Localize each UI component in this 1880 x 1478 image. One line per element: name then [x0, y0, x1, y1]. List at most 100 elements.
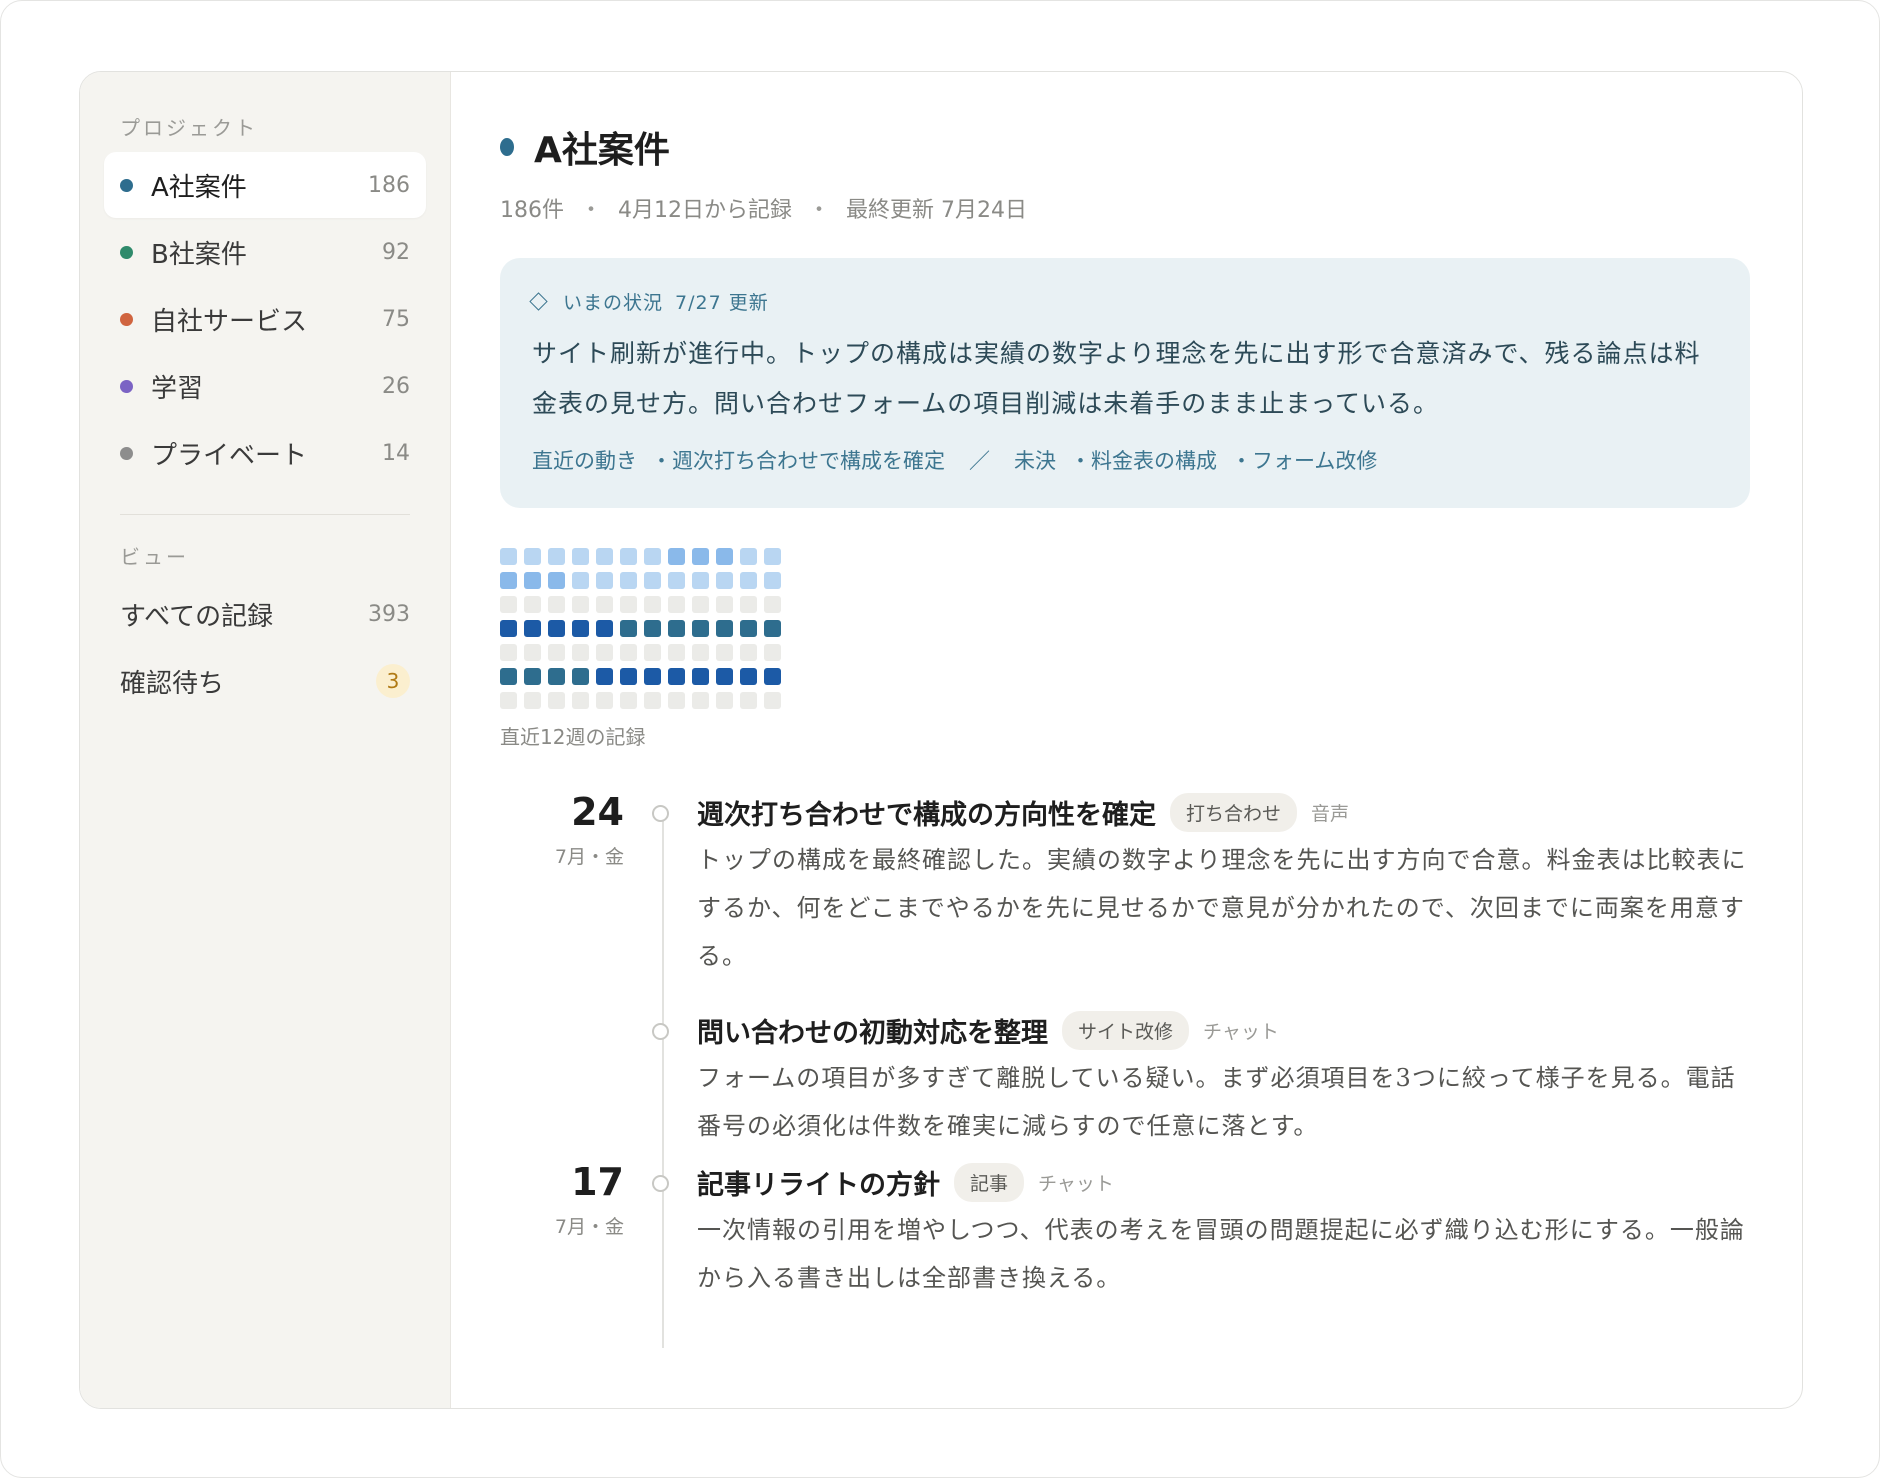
heatmap-cell	[524, 620, 541, 637]
entry-source: チャット	[1203, 1020, 1279, 1043]
heatmap-cell	[500, 620, 517, 637]
heatmap-cell	[644, 644, 661, 661]
heatmap-cell	[548, 644, 565, 661]
timeline-node	[652, 1023, 669, 1040]
heatmap-cell	[548, 668, 565, 685]
pending-item[interactable]: ・料金表の構成	[1070, 445, 1217, 475]
entry-body: 一次情報の引用を増やしつつ、代表の考えを冒頭の問題提起に必ず織り込む形にする。一…	[697, 1216, 1745, 1292]
heatmap-cell	[548, 596, 565, 613]
sidebar-item-a-company[interactable]: A社案件 186	[104, 152, 426, 218]
status-header: いまの状況 7/27 更新	[529, 288, 1718, 315]
heatmap-cell	[524, 644, 541, 661]
entry-header: 記事リライトの方針 記事 チャット	[697, 1160, 1757, 1204]
sidebar-item-count: 14	[382, 440, 410, 466]
status-updated: 7/27 更新	[675, 292, 769, 314]
sidebar-item-label: すべての記録	[120, 601, 274, 632]
heatmap-cell	[596, 644, 613, 661]
heatmap-cell	[524, 668, 541, 685]
pending-item[interactable]: ・フォーム改修	[1231, 445, 1377, 475]
entry-tag[interactable]: サイト改修	[1062, 1010, 1190, 1050]
heatmap-cell	[692, 620, 709, 637]
sidebar-item-label: B社案件	[151, 239, 247, 270]
entry-tag[interactable]: 記事	[954, 1162, 1025, 1202]
sidebar-item-label: A社案件	[151, 172, 247, 203]
sidebar-item-learning[interactable]: 学習 26	[104, 353, 426, 419]
entry-body: フォームの項目が多すぎて離脱している疑い。まず必須項目を3つに絞って様子を見る。…	[697, 1064, 1736, 1140]
recent-activity-label: 直近の動き	[532, 449, 637, 473]
status-separator: ／	[969, 449, 990, 473]
heatmap-cell	[764, 692, 781, 709]
page-header: A社案件	[500, 122, 1757, 172]
pending-label: 未決	[1014, 449, 1056, 473]
status-body: サイト刷新が進行中。トップの構成は実績の数字より理念を先に出す形で合意済みで、残…	[532, 339, 1701, 418]
heatmap-cell	[692, 668, 709, 685]
entry-date: 24 7月・金	[500, 790, 624, 869]
heatmap-cell	[764, 572, 781, 589]
heatmap-cell	[764, 668, 781, 685]
heatmap-cell	[644, 572, 661, 589]
heatmap-cell	[596, 668, 613, 685]
heatmap-cell	[548, 548, 565, 565]
sidebar-item-own-service[interactable]: 自社サービス 75	[104, 286, 426, 352]
heatmap-cell	[668, 596, 685, 613]
heatmap-cell	[620, 692, 637, 709]
page-meta: 186件 ・ 4月12日から記録 ・ 最終更新 7月24日	[500, 192, 1757, 224]
sidebar-item-pending-review[interactable]: 確認待ち 3	[104, 648, 426, 714]
entry-header: 問い合わせの初動対応を整理 サイト改修 チャット	[697, 1008, 1757, 1052]
main-content: A社案件 186件 ・ 4月12日から記録 ・ 最終更新 7月24日 いまの状況…	[451, 72, 1802, 1408]
heatmap-cell	[716, 596, 733, 613]
heatmap-cell	[500, 692, 517, 709]
timeline-entry[interactable]: 17 7月・金 記事リライトの方針 記事 チャット 一次情報の引用を増やしつつ、…	[500, 1160, 1757, 1310]
heatmap-cell	[668, 548, 685, 565]
sidebar-item-private[interactable]: プライベート 14	[104, 420, 426, 486]
heatmap-cell	[764, 644, 781, 661]
entry-source: チャット	[1038, 1172, 1114, 1195]
heatmap-cell	[740, 668, 757, 685]
meta-separator: ・	[808, 198, 831, 223]
project-color-dot	[120, 379, 133, 393]
heatmap-cell	[764, 548, 781, 565]
recent-activity-item[interactable]: ・週次打ち合わせで構成を確定	[651, 445, 945, 475]
heatmap-cell	[572, 668, 589, 685]
heatmap-cell	[740, 644, 757, 661]
sidebar-item-count: 26	[382, 373, 410, 399]
project-color-dot	[120, 178, 133, 192]
heatmap-cell	[596, 548, 613, 565]
heatmap-cell	[596, 620, 613, 637]
heatmap-cell	[644, 596, 661, 613]
timeline-entry[interactable]: 問い合わせの初動対応を整理 サイト改修 チャット フォームの項目が多すぎて離脱し…	[500, 1008, 1757, 1160]
entry-tag[interactable]: 打ち合わせ	[1170, 792, 1298, 832]
heatmap-cell	[500, 548, 517, 565]
diamond-icon	[529, 292, 548, 311]
project-color-dot	[500, 138, 514, 156]
entry-title[interactable]: 週次打ち合わせで構成の方向性を確定	[697, 793, 1156, 832]
heatmap-cell	[644, 692, 661, 709]
entry-title[interactable]: 問い合わせの初動対応を整理	[697, 1011, 1048, 1050]
heatmap-cell	[572, 692, 589, 709]
projects-section-label: プロジェクト	[120, 116, 258, 140]
entry-title[interactable]: 記事リライトの方針	[697, 1163, 940, 1202]
heatmap-cell	[692, 644, 709, 661]
heatmap-cell	[644, 668, 661, 685]
timeline-node	[652, 1175, 669, 1192]
heatmap-cell	[524, 692, 541, 709]
sidebar-item-b-company[interactable]: B社案件 92	[104, 219, 426, 285]
sidebar-item-all-records[interactable]: すべての記録 393	[104, 581, 426, 647]
heatmap-cell	[572, 620, 589, 637]
entry-day: 17	[571, 1160, 624, 1204]
pending-count-badge: 3	[376, 664, 410, 698]
heatmap-cell	[620, 572, 637, 589]
heatmap-cell	[716, 644, 733, 661]
heatmap-cell	[668, 692, 685, 709]
meta-separator: ・	[580, 198, 603, 223]
heatmap-cell	[524, 548, 541, 565]
timeline-entry[interactable]: 24 7月・金 週次打ち合わせで構成の方向性を確定 打ち合わせ 音声 トップの構…	[500, 790, 1757, 1008]
heatmap-cell	[716, 548, 733, 565]
heatmap-cell	[620, 548, 637, 565]
heatmap-cell	[620, 644, 637, 661]
heatmap-cell	[644, 548, 661, 565]
entry-day: 24	[571, 790, 624, 834]
status-summary-card: いまの状況 7/27 更新 サイト刷新が進行中。トップの構成は実績の数字より理念…	[500, 258, 1750, 508]
heatmap-cell	[524, 596, 541, 613]
heatmap-cell	[668, 572, 685, 589]
